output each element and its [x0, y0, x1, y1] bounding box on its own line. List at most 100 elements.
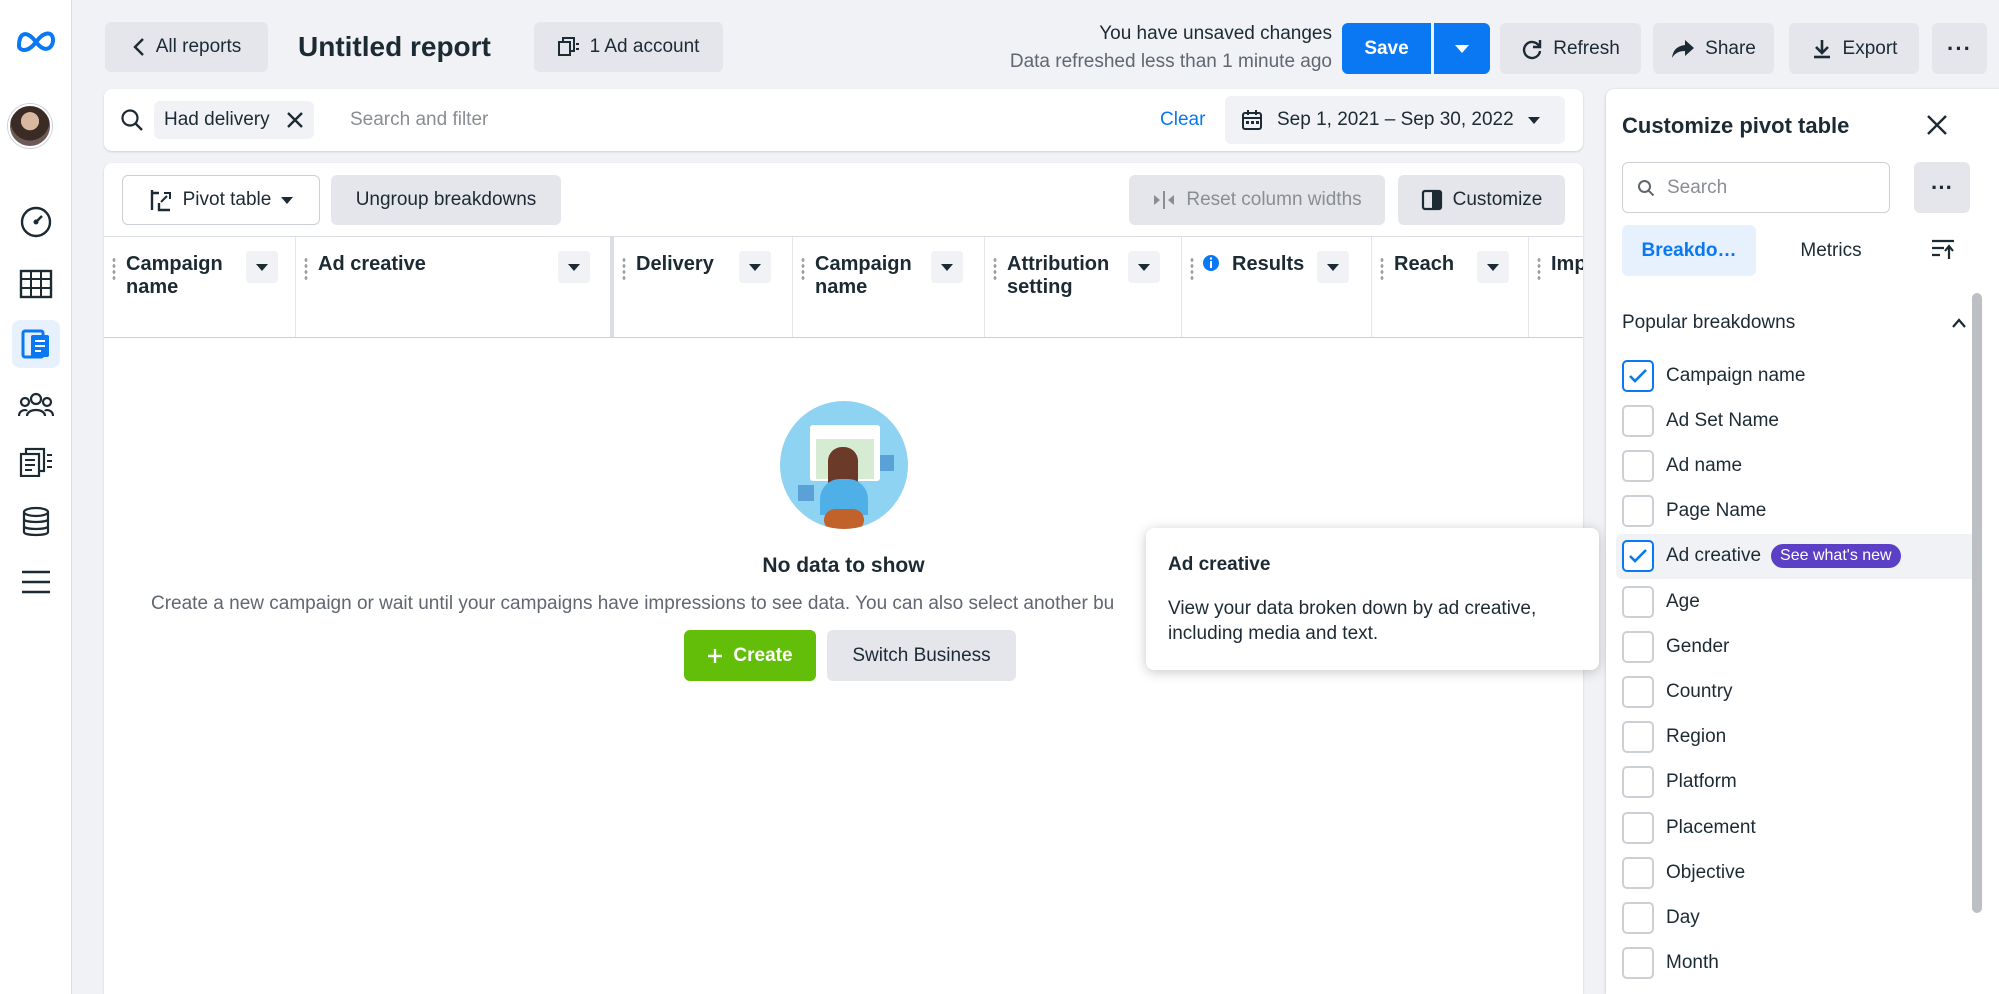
checkbox[interactable]: [1622, 540, 1654, 573]
drag-handle-icon[interactable]: [1537, 257, 1541, 281]
column-menu-button[interactable]: [1477, 251, 1509, 283]
column-header-campaign-name-2[interactable]: Campaign name: [793, 237, 985, 337]
switch-business-button[interactable]: Switch Business: [827, 630, 1016, 681]
column-menu-button[interactable]: [931, 251, 963, 283]
checkbox[interactable]: [1622, 901, 1654, 934]
ad-account-button[interactable]: 1 Ad account: [534, 22, 723, 72]
customize-button[interactable]: Customize: [1398, 175, 1565, 225]
column-header-delivery[interactable]: Delivery: [614, 237, 793, 337]
save-button[interactable]: Save: [1342, 23, 1431, 74]
column-header-impressions[interactable]: Imp: [1529, 237, 1583, 337]
column-menu-button[interactable]: [1128, 251, 1160, 283]
meta-logo-icon[interactable]: [12, 16, 60, 64]
see-whats-new-badge[interactable]: See what's new: [1771, 544, 1901, 569]
checkbox[interactable]: [1622, 721, 1654, 754]
breakdown-option[interactable]: Region: [1606, 715, 1969, 760]
checkbox-label: Campaign name: [1666, 364, 1806, 386]
avatar[interactable]: [8, 104, 52, 148]
drag-handle-icon[interactable]: [622, 257, 626, 281]
ungroup-breakdowns-button[interactable]: Ungroup breakdowns: [331, 175, 561, 225]
reset-column-widths-button[interactable]: Reset column widths: [1129, 175, 1385, 225]
more-options-button[interactable]: ···: [1932, 23, 1987, 74]
breakdown-option[interactable]: Campaign name: [1606, 353, 1969, 398]
sort-icon[interactable]: [1931, 239, 1955, 261]
column-header-reach[interactable]: Reach: [1372, 237, 1529, 337]
filter-chip-had-delivery[interactable]: Had delivery: [154, 101, 314, 139]
column-header-attribution-setting[interactable]: Attribution setting: [985, 237, 1182, 337]
column-header-ad-creative[interactable]: Ad creative: [296, 237, 614, 337]
checkbox[interactable]: [1622, 766, 1654, 799]
drag-handle-icon[interactable]: [304, 257, 308, 281]
info-icon[interactable]: [1202, 254, 1220, 272]
all-reports-button[interactable]: All reports: [105, 22, 268, 72]
empty-state-illustration: [780, 401, 908, 529]
breakdown-option[interactable]: Country: [1606, 669, 1969, 714]
checkbox[interactable]: [1622, 404, 1654, 437]
breakdown-option[interactable]: Gender: [1606, 624, 1969, 669]
clear-filters-link[interactable]: Clear: [1160, 109, 1205, 131]
drag-handle-icon[interactable]: [801, 257, 805, 281]
tab-breakdowns[interactable]: Breakdo…: [1622, 225, 1756, 276]
column-menu-button[interactable]: [246, 251, 278, 283]
close-icon[interactable]: [1926, 114, 1948, 136]
breakdown-option[interactable]: Page Name: [1606, 489, 1969, 534]
refresh-button[interactable]: Refresh: [1500, 23, 1641, 74]
column-menu-button[interactable]: [1317, 251, 1349, 283]
close-icon[interactable]: [286, 111, 304, 129]
chevron-up-icon[interactable]: [1951, 317, 1967, 329]
checkbox[interactable]: [1622, 947, 1654, 980]
column-header-campaign-name[interactable]: Campaign name: [104, 237, 296, 337]
breakdown-option[interactable]: Placement: [1606, 805, 1969, 850]
create-campaign-button[interactable]: Create: [684, 630, 816, 681]
breakdown-option[interactable]: Day: [1606, 895, 1969, 940]
panel-scrollbar[interactable]: [1972, 293, 1982, 913]
menu-hamburger-icon[interactable]: [12, 558, 60, 606]
column-menu-button[interactable]: [739, 251, 771, 283]
panel-search-input[interactable]: Search: [1622, 162, 1890, 213]
breakdown-option[interactable]: Platform: [1606, 760, 1969, 805]
breakdown-option[interactable]: Age: [1606, 579, 1969, 624]
dashboard-gauge-icon[interactable]: [12, 198, 60, 246]
billing-stack-icon[interactable]: [12, 498, 60, 546]
column-menu-button[interactable]: [558, 251, 590, 283]
checkbox[interactable]: [1622, 449, 1654, 482]
reports-icon[interactable]: [12, 320, 60, 368]
report-title[interactable]: Untitled report: [298, 31, 491, 63]
ads-list-icon[interactable]: [12, 438, 60, 486]
share-arrow-icon: [1672, 39, 1695, 58]
more-dots-icon: ···: [1931, 174, 1953, 200]
save-options-button[interactable]: [1434, 23, 1490, 74]
checkbox[interactable]: [1622, 359, 1654, 392]
drag-handle-icon[interactable]: [1190, 257, 1194, 281]
table-icon[interactable]: [12, 260, 60, 308]
panel-more-options-button[interactable]: ···: [1914, 162, 1970, 213]
empty-state-message: Create a new campaign or wait until your…: [151, 593, 1115, 614]
ad-account-icon: [557, 37, 579, 56]
checkbox[interactable]: [1622, 856, 1654, 889]
checkbox[interactable]: [1622, 811, 1654, 844]
unsaved-changes-text: You have unsaved changes: [1099, 23, 1332, 44]
tab-metrics[interactable]: Metrics: [1764, 225, 1898, 276]
column-header-results[interactable]: Results: [1182, 237, 1372, 337]
drag-handle-icon[interactable]: [1380, 257, 1384, 281]
breakdown-option[interactable]: Month: [1606, 941, 1969, 986]
breakdown-option[interactable]: Ad Set Name: [1606, 398, 1969, 443]
pivot-table-dropdown[interactable]: Pivot table: [122, 175, 320, 225]
checkbox[interactable]: [1622, 585, 1654, 618]
search-filter-input[interactable]: Search and filter: [350, 109, 488, 131]
breakdown-option[interactable]: Ad name: [1606, 443, 1969, 488]
share-button[interactable]: Share: [1653, 23, 1774, 74]
audiences-icon[interactable]: [12, 380, 60, 428]
breakdown-option[interactable]: Objective: [1606, 850, 1969, 895]
drag-handle-icon[interactable]: [993, 257, 997, 281]
checkmark-icon: [1629, 549, 1647, 564]
checkbox[interactable]: [1622, 630, 1654, 663]
export-label: Export: [1842, 37, 1898, 59]
checkbox[interactable]: [1622, 495, 1654, 528]
drag-handle-icon[interactable]: [112, 257, 116, 281]
filter-chip-label: Had delivery: [164, 109, 270, 130]
export-button[interactable]: Export: [1789, 23, 1919, 74]
checkbox[interactable]: [1622, 675, 1654, 708]
date-range-picker[interactable]: Sep 1, 2021 – Sep 30, 2022: [1225, 96, 1565, 144]
breakdown-option[interactable]: Ad creative See what's new: [1616, 533, 1979, 579]
